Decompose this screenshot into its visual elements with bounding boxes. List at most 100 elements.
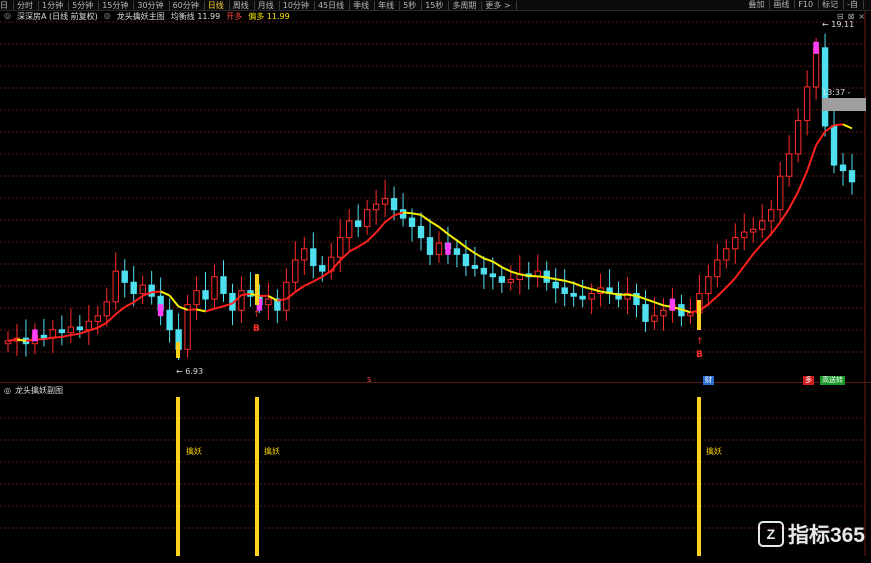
trend-line (429, 220, 440, 228)
candle-body (723, 248, 730, 261)
candle-body (426, 237, 434, 255)
candle-body (794, 119, 802, 155)
candle-body (462, 253, 470, 267)
trend-line (241, 292, 251, 297)
buy-signal-b: B (696, 350, 703, 360)
trend-line (366, 231, 377, 242)
candle-body (759, 220, 766, 230)
trend-line (151, 290, 161, 294)
candle-body (651, 315, 658, 322)
trend-line (788, 191, 800, 210)
trend-line (411, 212, 422, 216)
candle-body (372, 203, 380, 211)
finance-pill[interactable]: 财 (703, 376, 714, 385)
event-pill[interactable]: 多 (803, 376, 814, 385)
sub-indicator-name[interactable]: 龙头擒妖副图 (15, 385, 63, 396)
trend-line (294, 285, 305, 293)
signal-label: 擒妖 (706, 447, 722, 456)
magenta-marker (669, 298, 676, 311)
trend-line (752, 242, 763, 255)
trend-line (770, 221, 781, 235)
buy-arrow-icon: ↑ (253, 310, 261, 320)
candle-body (354, 220, 362, 227)
candle-body (830, 125, 838, 166)
trend-line (627, 293, 637, 297)
trend-line (7, 338, 18, 342)
trend-line (573, 282, 584, 288)
candle-body (839, 164, 847, 172)
candle-body (489, 273, 497, 278)
candle-body (588, 292, 595, 300)
trend-line (465, 246, 476, 255)
trend-line (133, 295, 144, 304)
candle-body (642, 304, 649, 322)
candle-body (58, 329, 66, 334)
trend-line (734, 265, 746, 279)
candle-body (741, 231, 748, 239)
magenta-marker (32, 329, 38, 342)
trend-line (160, 290, 171, 297)
pane-divider[interactable] (0, 382, 871, 383)
trend-line (61, 333, 72, 338)
trend-line (168, 294, 180, 308)
trend-line (842, 123, 853, 130)
candle-body (103, 301, 110, 317)
candle-body (390, 198, 398, 211)
brand-name: 指标365 (787, 524, 865, 547)
candle-body (776, 175, 784, 211)
candle-body (453, 248, 461, 255)
candle-body (498, 276, 506, 283)
trend-line (582, 285, 592, 291)
trend-line (555, 278, 565, 282)
trend-line (79, 329, 90, 335)
trend-line (510, 270, 521, 276)
candle-body (785, 153, 793, 177)
candle-body (319, 265, 326, 272)
trend-line (833, 123, 844, 127)
candle-body (435, 242, 443, 255)
buy-signal-b: B (253, 324, 260, 334)
magenta-marker (445, 242, 451, 255)
candle-body (471, 265, 479, 269)
trend-line (70, 332, 80, 336)
trend-line (52, 335, 62, 339)
magenta-marker (157, 304, 164, 317)
candlestick-chart[interactable] (0, 0, 871, 563)
trend-line (196, 308, 206, 313)
trend-line (438, 226, 449, 235)
low-price-label: ← 6.93 (176, 367, 204, 376)
candle-body (112, 270, 119, 303)
trend-line (402, 211, 413, 215)
magenta-marker (813, 41, 819, 54)
candle-body (85, 320, 93, 331)
candle-body (301, 248, 308, 261)
candle-body (310, 248, 317, 267)
candle-body (660, 309, 667, 317)
candle-body (480, 267, 488, 275)
candle-body (166, 309, 173, 331)
candle-body (803, 86, 811, 121)
trend-line (375, 221, 386, 234)
candle-body (417, 225, 425, 239)
candle-body (283, 281, 290, 311)
signal-bar (697, 397, 701, 556)
candle-body (67, 326, 75, 334)
current-price-tag (822, 98, 866, 111)
candle-body (561, 287, 568, 294)
candle-body (345, 220, 353, 239)
high-value: 19.11 (831, 20, 855, 29)
bonus-pill[interactable]: 高送转 (820, 376, 845, 385)
trend-line (564, 279, 574, 285)
sub-gear-icon[interactable]: ◎ (4, 386, 11, 395)
candle-body (552, 281, 559, 289)
trend-line (124, 301, 135, 308)
candle-body (184, 304, 191, 350)
trend-line (806, 144, 818, 172)
trend-line (797, 170, 809, 193)
candle-body (220, 276, 227, 294)
trend-line (474, 252, 485, 260)
signal-bar-main (176, 342, 180, 358)
trend-line (501, 266, 512, 273)
candle-body (579, 295, 586, 300)
trend-line (16, 338, 27, 342)
